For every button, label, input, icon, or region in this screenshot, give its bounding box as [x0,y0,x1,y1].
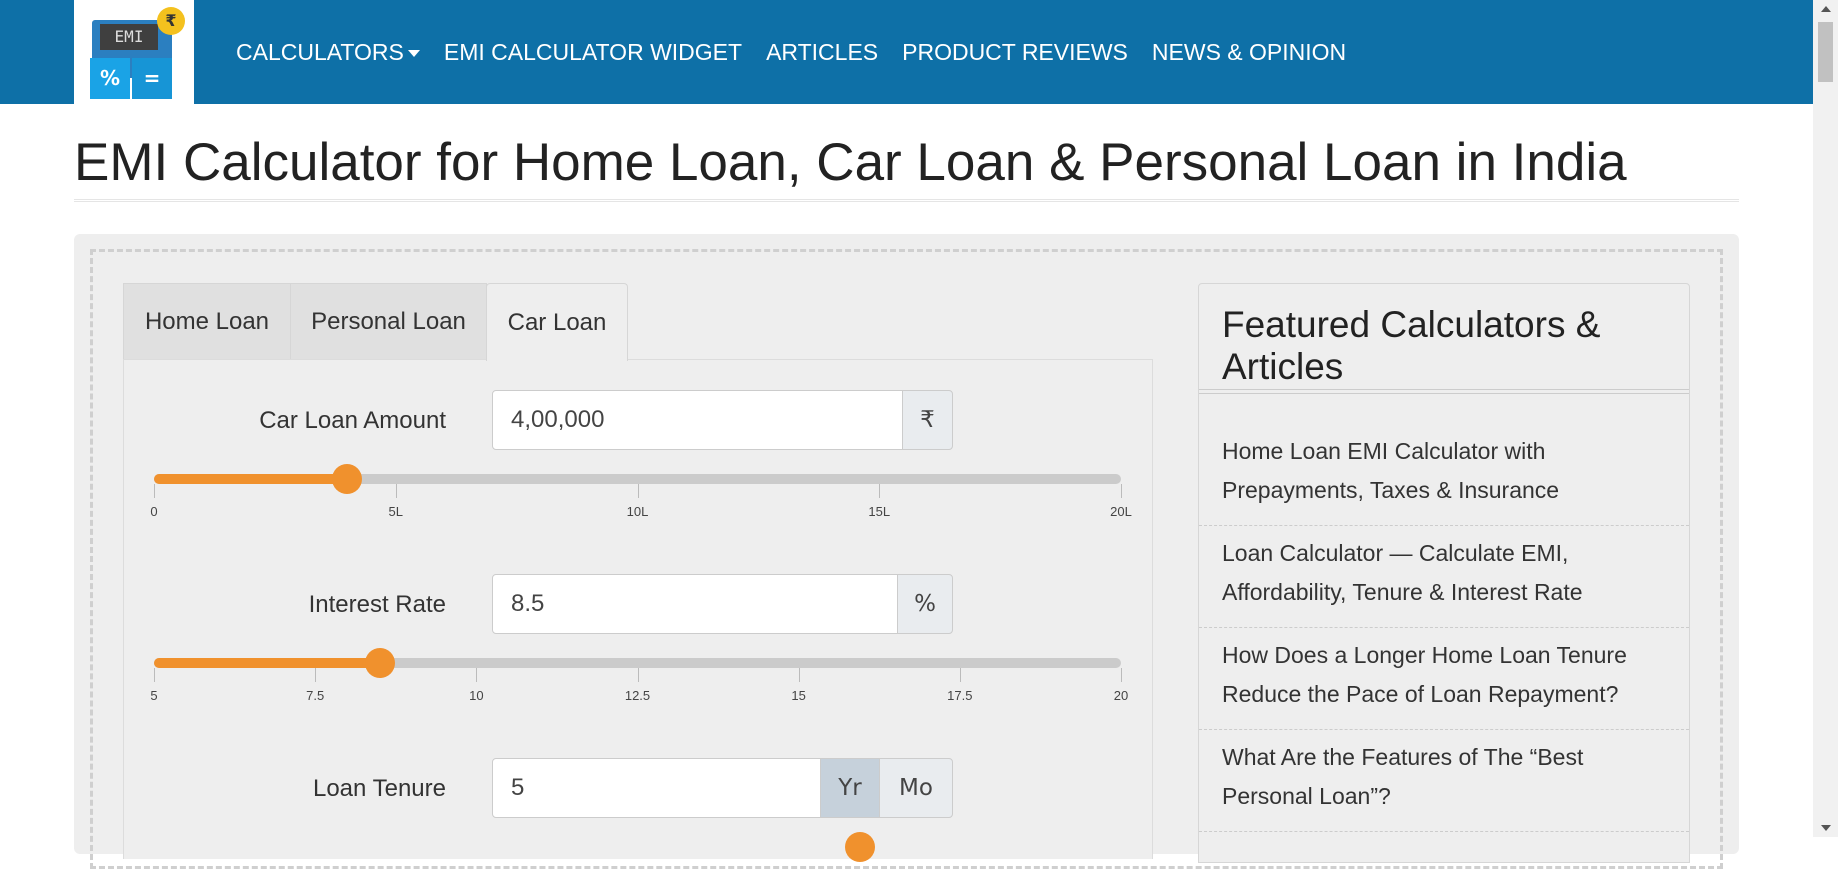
slider-tick [395,484,397,498]
slider-tick-label: 20 [1113,688,1129,703]
sidebar-link-loan-calculator[interactable]: Loan Calculator — Calculate EMI, Afforda… [1199,526,1689,628]
tenure-year-toggle[interactable]: Yr [820,758,880,818]
sidebar-title: Featured Calculators & Articles [1222,304,1601,387]
slider-fill [154,658,380,668]
tenure-month-toggle[interactable]: Mo [879,758,953,818]
slider-thumb[interactable] [364,648,395,678]
caret-down-icon [407,49,420,57]
slider-tick-label: 10 [469,688,484,703]
tab-home-loan[interactable]: Home Loan [123,283,291,360]
slider-tick [154,668,155,682]
interest-rate-slider[interactable]: 5 7.5 10 12.5 15 17.5 20 [150,648,1128,703]
featured-sidebar: Featured Calculators & Articles Home Loa… [1198,283,1690,863]
slider-fill [154,474,348,484]
slider-tick [1121,668,1122,682]
slider-tick-label: 10L [626,504,649,519]
loan-amount-slider[interactable]: 0 5L 10L 15L 20L [150,464,1132,519]
page-title: EMI Calculator for Home Loan, Car Loan &… [74,133,1627,192]
slider-tick-label: 15L [868,504,891,519]
loan-tenure-input[interactable]: 5 [492,758,821,818]
nav-articles[interactable]: ARTICLES [754,39,890,66]
loan-amount-input[interactable]: 4,00,000 [492,390,903,450]
slider-tick [798,668,800,682]
loan-tenure-label: Loan Tenure [312,775,446,802]
scroll-down-arrow-icon[interactable] [1821,825,1831,831]
slider-tick-label: 17.5 [947,688,973,703]
tab-car-loan[interactable]: Car Loan [486,283,628,361]
top-navbar: EMI ₹ % = CALCULATORS EMI CALCULATOR WID… [0,0,1813,119]
rupee-addon: ₹ [902,390,953,450]
site-logo[interactable]: EMI ₹ % = [74,0,194,119]
page-scrollbar[interactable] [1813,0,1838,837]
slider-tick [315,668,317,682]
rupee-coin-icon: ₹ [157,7,185,35]
percent-addon: % [897,574,953,634]
loan-amount-label: Car Loan Amount [259,407,446,434]
slider-tick-label: 7.5 [306,688,325,703]
title-divider [74,199,1739,202]
nav-emi-widget[interactable]: EMI CALCULATOR WIDGET [432,39,754,66]
scroll-thumb[interactable] [1818,22,1833,82]
nav-calculators[interactable]: CALCULATORS [236,39,432,66]
scroll-up-arrow-icon[interactable] [1821,6,1831,12]
slider-tick [637,484,639,498]
slider-tick [637,668,639,682]
slider-tick [154,484,155,498]
interest-rate-input[interactable]: 8.5 [492,574,898,634]
sidebar-divider [1199,389,1689,394]
percent-key-icon: % [90,58,130,99]
slider-tick [879,484,881,498]
slider-tick-label: 5L [388,504,403,519]
sidebar-link-home-loan-emi[interactable]: Home Loan EMI Calculator with Prepayment… [1199,424,1689,526]
slider-tick [1121,484,1122,498]
nav-news-opinion[interactable]: NEWS & OPINION [1140,39,1358,66]
equals-key-icon: = [132,58,172,99]
slider-tick-label: 5 [150,688,158,703]
nav-calculators-label: CALCULATORS [236,38,404,65]
sidebar-link-longer-tenure[interactable]: How Does a Longer Home Loan Tenure Reduc… [1199,628,1689,730]
tab-personal-loan[interactable]: Personal Loan [290,283,487,360]
slider-tick-label: 15 [791,688,806,703]
slider-tick-label: 12.5 [624,688,651,703]
slider-tick-label: 20L [1110,504,1132,519]
slider-tick [959,668,961,682]
nav-product-reviews[interactable]: PRODUCT REVIEWS [890,39,1140,66]
main-nav: CALCULATORS EMI CALCULATOR WIDGET ARTICL… [236,0,1358,104]
logo-emi-text: EMI [100,24,158,50]
slider-tick [476,668,478,682]
sidebar-link-best-personal-loan[interactable]: What Are the Features of The “Best Perso… [1199,730,1689,832]
interest-rate-label: Interest Rate [308,591,446,618]
slider-tick-label: 0 [150,504,158,519]
